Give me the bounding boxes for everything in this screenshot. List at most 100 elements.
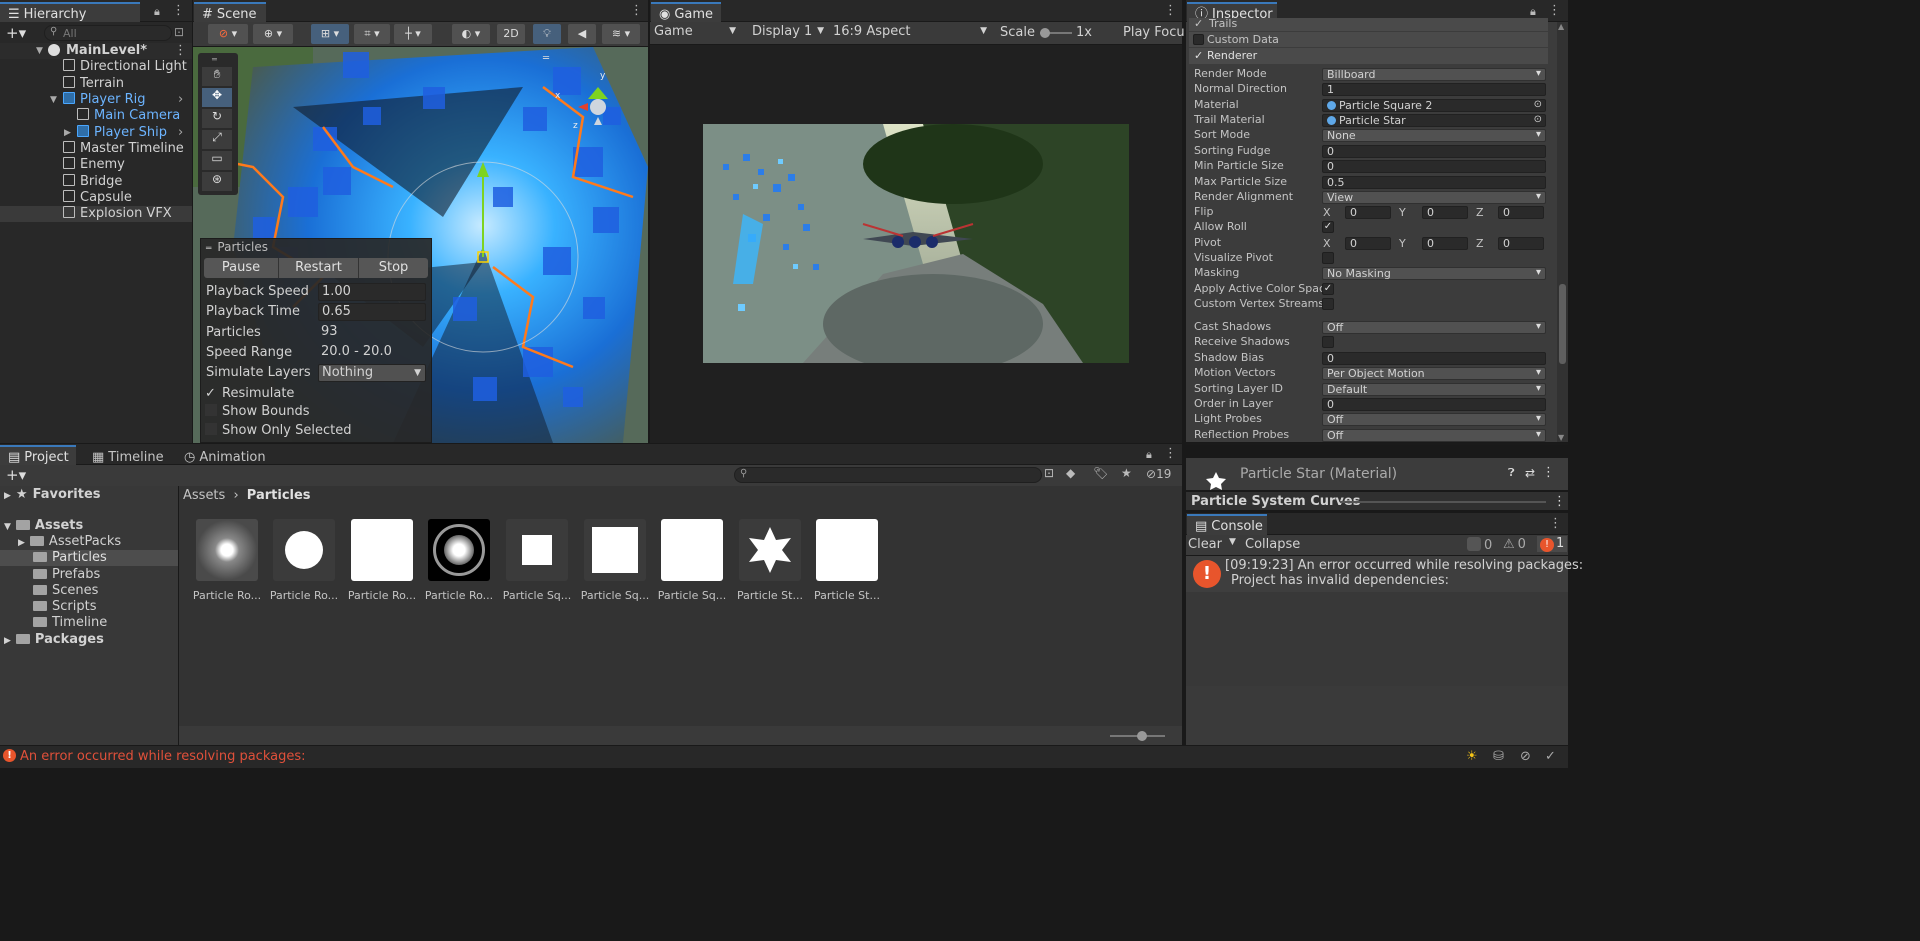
- playback-time-field[interactable]: 0.65: [318, 303, 426, 321]
- property-field[interactable]: 0.5: [1322, 176, 1546, 189]
- hidden-packages-toggle[interactable]: ⊘19: [1146, 467, 1171, 481]
- hierarchy-item[interactable]: Capsule: [0, 190, 192, 206]
- gizmo-z-label[interactable]: z: [573, 121, 578, 131]
- breadcrumb-particles[interactable]: Particles: [247, 488, 311, 503]
- gizmo-y-label[interactable]: y: [600, 71, 605, 81]
- property-dropdown[interactable]: Off: [1322, 321, 1546, 334]
- property-dropdown[interactable]: No Masking: [1322, 267, 1546, 280]
- simulate-layers-dropdown[interactable]: Nothing ▼: [318, 364, 426, 382]
- property-field[interactable]: 0: [1322, 398, 1546, 411]
- tab-hierarchy[interactable]: ☰ Hierarchy: [0, 2, 140, 24]
- chevron-right-icon[interactable]: ›: [178, 125, 183, 141]
- error-count-toggle[interactable]: ! 1: [1537, 536, 1568, 552]
- scrollbar-thumb[interactable]: [1559, 284, 1566, 364]
- gizmo-tool-dropdown[interactable]: ⊘ ▾: [208, 24, 248, 44]
- property-field[interactable]: 0: [1322, 145, 1546, 158]
- asset-item[interactable]: Particle Ro...: [423, 519, 495, 602]
- hierarchy-item[interactable]: Main Camera: [0, 108, 192, 124]
- lock-icon[interactable]: 🔒︎: [1530, 5, 1536, 19]
- scale-slider[interactable]: [1040, 28, 1072, 38]
- favorite-star-icon[interactable]: ★: [1121, 466, 1132, 480]
- pause-button[interactable]: Pause: [204, 258, 279, 278]
- drag-handle-icon[interactable]: ═: [543, 53, 549, 64]
- tree-assets[interactable]: ▼ Assets: [4, 518, 83, 533]
- tab-timeline[interactable]: ▦ Timeline: [84, 445, 164, 467]
- presets-icon[interactable]: ⇄: [1525, 466, 1535, 480]
- tab-animation[interactable]: ◷ Animation: [176, 445, 272, 467]
- tab-game[interactable]: ◉ Game: [651, 2, 721, 24]
- tree-favorites[interactable]: ▶ ★ Favorites: [4, 487, 101, 502]
- asset-item[interactable]: Particle Ro...: [268, 519, 340, 602]
- object-field[interactable]: Particle Square 2 ⊙: [1322, 99, 1546, 112]
- hierarchy-item[interactable]: Directional Light: [0, 59, 192, 75]
- playback-speed-field[interactable]: 1.00: [318, 283, 426, 301]
- asset-item[interactable]: Particle Sq...: [579, 519, 651, 602]
- property-dropdown[interactable]: Default: [1322, 383, 1546, 396]
- object-picker-icon[interactable]: ⊙: [1534, 114, 1542, 125]
- hierarchy-item[interactable]: Bridge: [0, 174, 192, 190]
- filter-by-type-icon[interactable]: ◆: [1066, 466, 1075, 480]
- hierarchy-item-player-ship[interactable]: ▶ Player Ship ›: [0, 125, 192, 141]
- drag-bar[interactable]: [1340, 501, 1546, 503]
- breadcrumb-assets[interactable]: Assets: [183, 488, 225, 503]
- snap-increment-button[interactable]: ⌗ ▾: [354, 24, 390, 44]
- display-dropdown[interactable]: Display 1 ▼: [752, 24, 826, 42]
- asset-item[interactable]: Particle Ro...: [346, 519, 418, 602]
- property-field[interactable]: 1: [1322, 83, 1546, 96]
- transform-tool-icon[interactable]: ⊛: [202, 172, 232, 191]
- tree-packages[interactable]: ▶ Packages: [4, 632, 104, 647]
- axis-z-field[interactable]: 0: [1498, 206, 1544, 219]
- icon-size-slider[interactable]: [1110, 731, 1165, 741]
- lock-icon[interactable]: 🔒︎: [154, 5, 160, 19]
- property-dropdown[interactable]: Billboard: [1322, 68, 1546, 81]
- object-picker-icon[interactable]: ⊙: [1534, 99, 1542, 110]
- stop-button[interactable]: Stop: [359, 258, 428, 278]
- module-trails-header[interactable]: ✓ Trails: [1189, 18, 1548, 31]
- clear-options-chevron-icon[interactable]: ▼: [1229, 537, 1236, 547]
- module-renderer-header[interactable]: ✓ Renderer: [1189, 48, 1548, 64]
- scroll-down-icon[interactable]: ▼: [1558, 433, 1564, 442]
- more-menu-icon[interactable]: ⋮: [1549, 516, 1562, 531]
- tab-project[interactable]: ▤ Project: [0, 445, 76, 467]
- tree-scripts[interactable]: Scripts: [33, 599, 96, 614]
- tab-scene[interactable]: # Scene: [194, 2, 266, 24]
- scale-tool-icon[interactable]: ⤢: [202, 130, 232, 149]
- help-icon[interactable]: ❓︎: [1508, 466, 1515, 480]
- more-menu-icon[interactable]: ⋮: [630, 3, 643, 18]
- search-by-type-icon[interactable]: ⊡: [1044, 466, 1054, 480]
- aspect-dropdown[interactable]: 16:9 Aspect ▼: [833, 24, 991, 42]
- hierarchy-item[interactable]: Terrain: [0, 76, 192, 92]
- tree-assetpacks[interactable]: ▶ AssetPacks: [18, 534, 121, 549]
- object-field[interactable]: Particle Star ⊙: [1322, 114, 1546, 127]
- expand-arrow-icon[interactable]: ▶: [64, 125, 71, 141]
- resimulate-toggle[interactable]: ✓ Resimulate: [205, 386, 294, 401]
- property-checkbox[interactable]: ✓: [1322, 283, 1334, 295]
- tab-console[interactable]: ▤ Console: [1187, 514, 1267, 536]
- axis-x-field[interactable]: 0: [1345, 237, 1391, 250]
- asset-item[interactable]: Particle St...: [811, 519, 883, 602]
- vertex-snap-button[interactable]: ┼ ▾: [394, 24, 432, 44]
- asset-item[interactable]: Particle Ro...: [191, 519, 263, 602]
- status-error-message[interactable]: An error occurred while resolving packag…: [20, 749, 306, 764]
- console-clear-button[interactable]: Clear: [1188, 537, 1222, 552]
- hierarchy-item-player-rig[interactable]: ▼ Player Rig ›: [0, 92, 192, 108]
- toggle-2d-button[interactable]: 2D: [497, 24, 525, 44]
- particles-panel-title[interactable]: ═ Particles: [206, 240, 268, 254]
- hierarchy-item[interactable]: Master Timeline: [0, 141, 192, 157]
- axis-x-field[interactable]: 0: [1345, 206, 1391, 219]
- asset-item[interactable]: Particle St...: [734, 519, 806, 602]
- info-count-toggle[interactable]: 0: [1467, 537, 1492, 553]
- lock-icon[interactable]: 🔒︎: [1146, 448, 1152, 462]
- inspector-scrollbar[interactable]: ▲ ▼: [1557, 22, 1568, 442]
- property-field[interactable]: 0: [1322, 352, 1546, 365]
- more-menu-icon[interactable]: ⋮: [1542, 465, 1555, 480]
- move-tool-icon[interactable]: ✥: [202, 88, 232, 107]
- rect-tool-icon[interactable]: ▭: [202, 151, 232, 170]
- more-menu-icon[interactable]: ⋮: [1548, 3, 1561, 18]
- expand-arrow-icon[interactable]: ▼: [36, 43, 43, 59]
- more-menu-icon[interactable]: ⋮: [1553, 494, 1566, 509]
- tree-particles[interactable]: Particles: [33, 550, 107, 565]
- tree-timeline[interactable]: Timeline: [33, 615, 107, 630]
- axis-z-field[interactable]: 0: [1498, 237, 1544, 250]
- progress-ok-icon[interactable]: ✓: [1545, 749, 1556, 764]
